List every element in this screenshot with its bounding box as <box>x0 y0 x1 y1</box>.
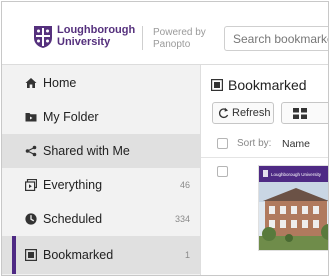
search-input[interactable]: Search bookmarked <box>224 26 328 51</box>
university-crest-icon <box>34 26 52 48</box>
thumbnail-caption: Loughborough University <box>271 172 322 177</box>
selected-indicator <box>12 236 16 274</box>
powered-by-line: Powered by <box>153 27 206 38</box>
everything-icon <box>25 179 37 191</box>
refresh-button[interactable]: Refresh <box>212 102 274 124</box>
session-checkbox[interactable] <box>217 166 228 177</box>
sidebar-item-count: 334 <box>174 214 190 224</box>
session-thumbnail[interactable]: Loughborough University <box>258 165 328 251</box>
app-window: Loughborough University Powered by Panop… <box>1 1 329 276</box>
main-content: Bookmarked Refresh Sort by: Name Loughbo… <box>201 65 328 275</box>
sidebar-item-bookmarked[interactable]: Bookmarked 1 <box>2 236 200 274</box>
sort-by-name[interactable]: Name <box>282 138 310 150</box>
bookmark-icon <box>211 79 223 91</box>
sidebar: Home My Folder Shared with Me Everything… <box>2 65 201 275</box>
clock-icon <box>25 213 37 225</box>
sidebar-item-label: Bookmarked <box>43 248 114 262</box>
bookmark-icon <box>25 249 37 261</box>
refresh-icon <box>218 107 229 119</box>
university-logo-text[interactable]: Loughborough University <box>57 24 135 48</box>
sidebar-item-label: Shared with Me <box>43 144 130 158</box>
select-all-checkbox[interactable] <box>217 138 228 149</box>
grid-view-button[interactable] <box>281 102 328 124</box>
sidebar-item-everything[interactable]: Everything 46 <box>2 168 200 202</box>
sidebar-item-count: 1 <box>184 250 190 260</box>
thumbnail-image: Loughborough University <box>259 166 328 250</box>
sidebar-item-home[interactable]: Home <box>2 66 200 100</box>
sort-by-label: Sort by: <box>237 138 272 149</box>
header-divider <box>142 26 143 50</box>
home-icon <box>25 78 37 88</box>
sidebar-item-my-folder[interactable]: My Folder <box>2 100 200 134</box>
logo-line-1: Loughborough <box>57 24 136 36</box>
sidebar-item-count: 46 <box>179 180 190 190</box>
grid-view-icon <box>293 108 307 119</box>
logo-line-2: University <box>57 36 111 48</box>
powered-by-panopto: Powered by Panopto <box>153 27 206 51</box>
sidebar-item-scheduled[interactable]: Scheduled 334 <box>2 202 200 236</box>
page-title: Bookmarked <box>228 77 307 93</box>
refresh-label: Refresh <box>232 107 271 119</box>
sidebar-item-label: Home <box>43 76 77 90</box>
header: Loughborough University Powered by Panop… <box>2 2 328 65</box>
sidebar-item-label: Scheduled <box>43 212 103 226</box>
sidebar-item-shared-with-me[interactable]: Shared with Me <box>2 134 200 168</box>
share-icon <box>25 145 37 157</box>
sidebar-item-label: My Folder <box>43 110 99 124</box>
panopto-line: Panopto <box>153 39 191 50</box>
folder-icon <box>25 113 37 122</box>
sidebar-item-label: Everything <box>43 178 103 192</box>
search-placeholder: Search bookmarked <box>233 32 328 46</box>
sort-bar: Sort by: Name <box>201 131 328 158</box>
